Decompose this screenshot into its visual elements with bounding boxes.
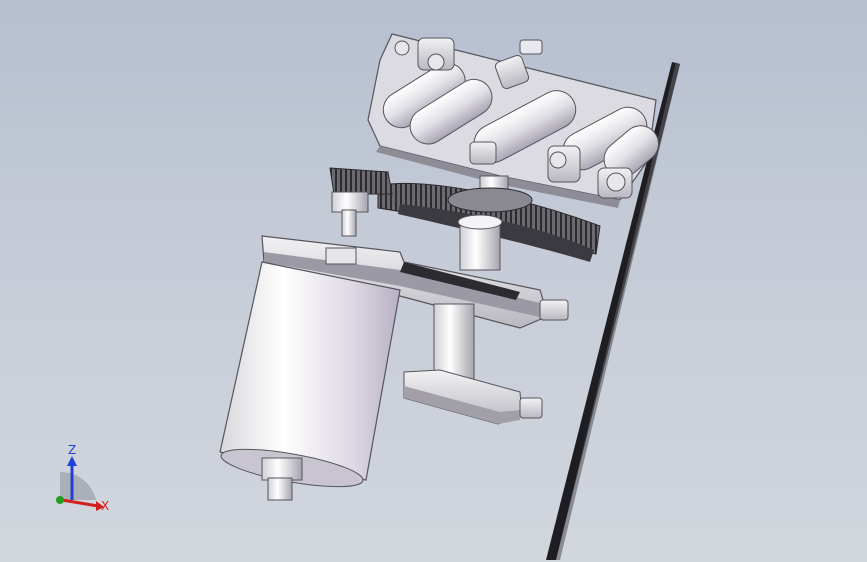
- pinion-shaft: [341, 209, 357, 237]
- cad-scene[interactable]: Z X: [0, 0, 867, 562]
- roller-bolt: [394, 40, 410, 56]
- drive-shaft-top: [457, 214, 503, 230]
- pinion-hub: [331, 191, 369, 213]
- z-axis-arrowhead: [67, 456, 77, 466]
- clamp-screw: [519, 397, 543, 419]
- triad-plane: [60, 471, 96, 500]
- x-axis-label: X: [101, 499, 109, 513]
- z-axis-label: Z: [68, 443, 76, 457]
- gear-hub: [447, 187, 533, 213]
- dc-motor[interactable]: [219, 261, 401, 501]
- mecanum-wheel[interactable]: [367, 33, 666, 208]
- bracket-screw: [539, 299, 569, 321]
- roller-bolt: [606, 172, 626, 192]
- cad-viewport[interactable]: Z X: [0, 0, 867, 562]
- coordinate-triad: Z X: [56, 443, 109, 513]
- roller-bolt: [427, 53, 445, 71]
- roller-bolt: [549, 151, 567, 169]
- roller-mount: [519, 39, 543, 55]
- motor-output-shaft: [267, 477, 293, 501]
- y-axis-marker: [56, 496, 64, 504]
- bracket-boss: [325, 247, 357, 265]
- motor-output-shaft-collar: [261, 457, 303, 481]
- roller-mount: [469, 141, 497, 165]
- x-axis-arrow: [61, 498, 99, 508]
